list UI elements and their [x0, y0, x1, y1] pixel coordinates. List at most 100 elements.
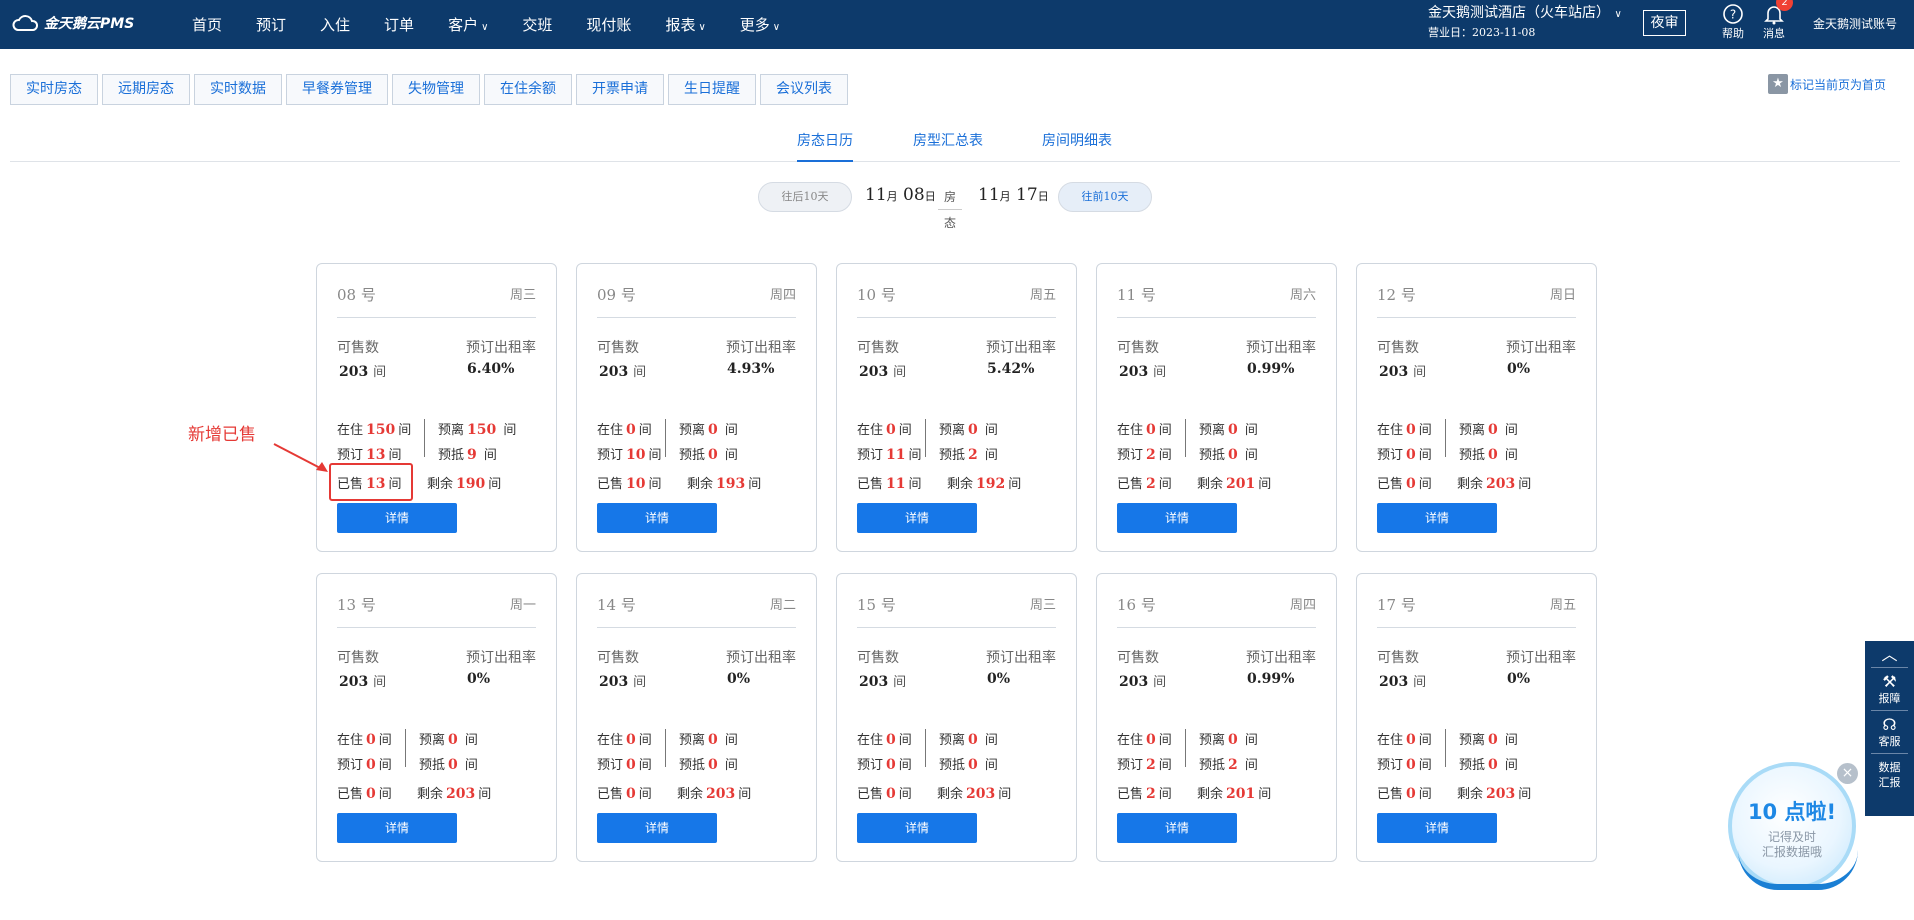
due-out-row: 预离 0 间	[1459, 729, 1518, 748]
next-10-days-button[interactable]: 往前10天	[1058, 182, 1152, 212]
due-out-count: 0	[708, 732, 718, 748]
weekday: 周三	[1029, 598, 1056, 613]
detail-button[interactable]: 详情	[597, 813, 717, 843]
reserved-label: 预订	[337, 448, 364, 463]
remaining-count: 193	[716, 476, 746, 492]
nav-item-8[interactable]: 更多 ∨	[740, 14, 780, 35]
available-label: 可售数	[337, 340, 379, 356]
detail-button[interactable]: 详情	[337, 503, 457, 533]
reserved-row: 预订 0 间	[857, 754, 912, 773]
unit: 间	[633, 365, 647, 380]
night-audit-button[interactable]: 夜审	[1643, 10, 1686, 36]
customer-service-button[interactable]: ☊ 客服	[1865, 711, 1914, 749]
nav-item-1[interactable]: 预订	[256, 14, 286, 35]
in-house-count: 0	[626, 732, 636, 748]
nav-item-6[interactable]: 现付账	[586, 14, 631, 35]
tab-room-detail[interactable]: 房间明细表	[1042, 130, 1112, 160]
page-tab-0[interactable]: 实时房态	[10, 74, 98, 105]
detail-button[interactable]: 详情	[337, 813, 457, 843]
page-tab-3[interactable]: 早餐券管理	[286, 74, 388, 105]
unit: 间	[893, 675, 907, 690]
nav-item-2[interactable]: 入住	[320, 14, 350, 35]
start-day: 08	[903, 185, 925, 205]
sold-label: 已售	[857, 477, 884, 492]
sold-row: 已售 0 间	[337, 783, 392, 802]
start-date[interactable]: 11月 08日	[865, 185, 936, 205]
page-tab-7[interactable]: 生日提醒	[668, 74, 756, 105]
arriving-count: 0	[1228, 447, 1238, 463]
detail-button[interactable]: 详情	[857, 813, 977, 843]
remaining-count: 201	[1226, 786, 1256, 802]
tab-room-calendar[interactable]: 房态日历	[797, 130, 853, 162]
close-icon[interactable]: ×	[1837, 763, 1858, 784]
help-button[interactable]: ? 帮助	[1713, 2, 1753, 41]
day-card: 16 号周四 可售数 预订出租率 203 间 0.99% 在住 0 间预离 0 间预订 2 间预抵 2…	[1096, 573, 1337, 862]
reserved-row: 预订 0 间	[337, 754, 392, 773]
day-card: 17 号周五 可售数 预订出租率 203 间 0% 在住 0 间预离 0 间预订 0 间预抵 0 间已…	[1356, 573, 1597, 862]
detail-button[interactable]: 详情	[857, 503, 977, 533]
end-date[interactable]: 11月 17日	[978, 185, 1049, 205]
data-report-label: 数据汇报	[1878, 761, 1901, 789]
remaining-row: 剩余 203 间	[1457, 783, 1531, 802]
page-tab-1[interactable]: 远期房态	[102, 74, 190, 105]
column-divider	[424, 419, 425, 457]
divider	[1117, 317, 1316, 318]
remaining-count: 201	[1226, 476, 1256, 492]
in-house-label: 在住	[337, 733, 364, 748]
unit: 间	[898, 758, 912, 773]
scroll-top-button[interactable]: ︿	[1865, 641, 1914, 663]
detail-button[interactable]: 详情	[1117, 503, 1237, 533]
arriving-row: 预抵 0 间	[939, 754, 998, 773]
unit: 间	[748, 477, 762, 492]
hotel-selector[interactable]: 金天鹅测试酒店（火车站店） ∨ 营业日：2023-11-08	[1428, 4, 1622, 42]
mark-home-link[interactable]: ★ 标记当前页为首页	[1768, 74, 1886, 94]
in-house-row: 在住 0 间	[597, 419, 652, 438]
detail-button[interactable]: 详情	[1377, 503, 1497, 533]
arriving-label: 预抵	[1459, 758, 1486, 773]
reserved-count: 0	[1406, 757, 1416, 773]
unit: 间	[998, 787, 1012, 802]
sold-row: 已售 10 间	[597, 473, 662, 492]
unit: 间	[984, 448, 998, 463]
prev-10-days-button[interactable]: 往后10天	[758, 182, 852, 212]
nav-item-5[interactable]: 交班	[522, 14, 552, 35]
detail-button[interactable]: 详情	[597, 503, 717, 533]
nav-item-3[interactable]: 订单	[384, 14, 414, 35]
unit: 间	[898, 787, 912, 802]
remaining-label: 剩余	[687, 477, 714, 492]
account-menu[interactable]: 金天鹅测试账号	[1813, 15, 1897, 32]
unit: 间	[1518, 477, 1532, 492]
sold-count: 11	[886, 476, 906, 492]
report-issue-button[interactable]: ⚒ 报障	[1865, 668, 1914, 706]
data-report-button[interactable]: 数据汇报	[1877, 754, 1903, 790]
nav-item-0[interactable]: 首页	[192, 14, 222, 35]
nav-item-7[interactable]: 报表 ∨	[665, 14, 705, 35]
sold-row: 已售 0 间	[857, 783, 912, 802]
due-out-count: 0	[1488, 732, 1498, 748]
due-out-row: 预离 150 间	[438, 419, 516, 438]
available-label: 可售数	[1377, 340, 1419, 356]
day-number: 14 号	[597, 596, 636, 614]
room-state-select[interactable]: 房态	[938, 184, 963, 230]
unit: 间	[464, 758, 478, 773]
due-out-row: 预离 0 间	[1199, 419, 1258, 438]
app-logo[interactable]: 金天鹅云PMS	[12, 13, 134, 33]
remaining-label: 剩余	[937, 787, 964, 802]
sold-label: 已售	[857, 787, 884, 802]
remaining-label: 剩余	[1197, 787, 1224, 802]
page-tab-4[interactable]: 失物管理	[392, 74, 480, 105]
page-tab-5[interactable]: 在住余额	[484, 74, 572, 105]
detail-button[interactable]: 详情	[1377, 813, 1497, 843]
day-card: 14 号周二 可售数 预订出租率 203 间 0% 在住 0 间预离 0 间预订 0 间预抵 0 间已…	[576, 573, 817, 862]
nav-item-4[interactable]: 客户 ∨	[448, 14, 488, 35]
tab-room-type-summary[interactable]: 房型汇总表	[913, 130, 983, 160]
page-tab-8[interactable]: 会议列表	[760, 74, 848, 105]
sold-count: 2	[1146, 476, 1156, 492]
unit: 间	[378, 787, 392, 802]
detail-button[interactable]: 详情	[1117, 813, 1237, 843]
due-out-row: 预离 0 间	[419, 729, 478, 748]
page-tab-2[interactable]: 实时数据	[194, 74, 282, 105]
in-house-count: 0	[886, 422, 896, 438]
page-tab-6[interactable]: 开票申请	[576, 74, 664, 105]
divider	[337, 317, 536, 318]
